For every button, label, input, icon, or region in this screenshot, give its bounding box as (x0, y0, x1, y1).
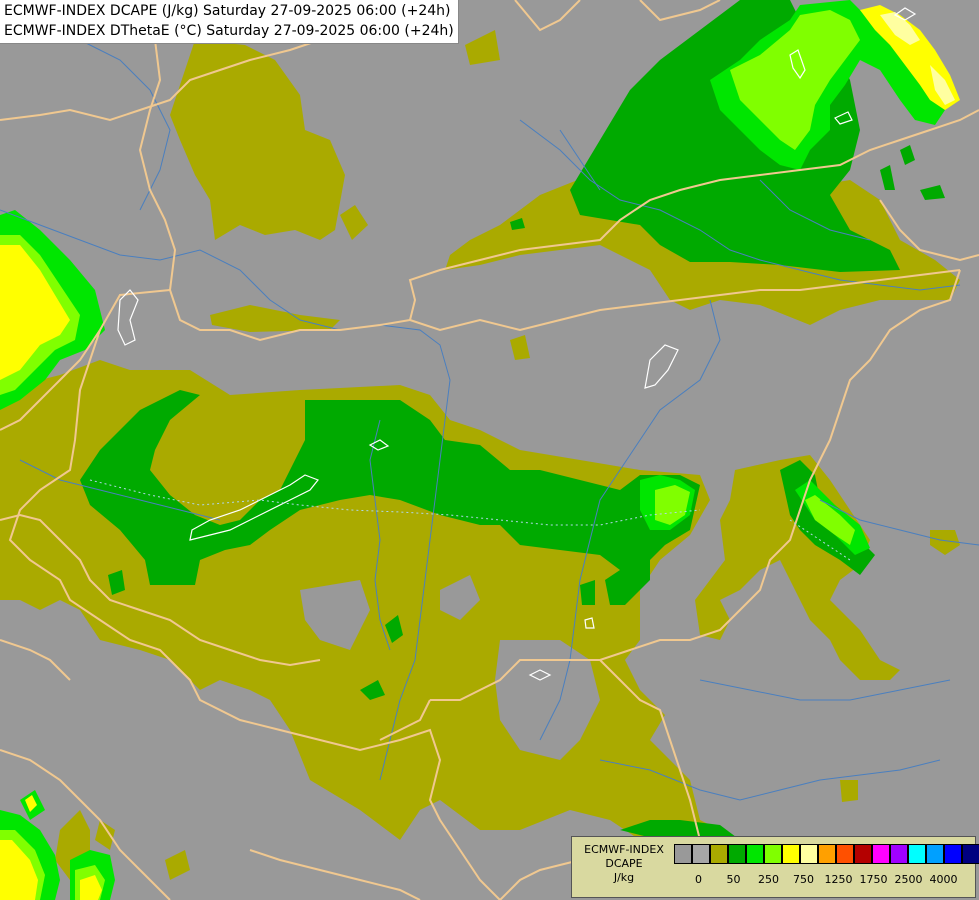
legend-parameter: DCAPE (605, 857, 643, 870)
legend-tick-label: 250 (758, 873, 779, 886)
legend-swatch (872, 844, 890, 864)
legend-swatch (800, 844, 818, 864)
legend-tick-label: 2500 (894, 873, 923, 886)
legend-swatch (818, 844, 836, 864)
legend-swatch (764, 844, 782, 864)
legend-label: ECMWF-INDEX DCAPE J/kg (576, 843, 672, 885)
legend-tick-label: 50 (726, 873, 741, 886)
legend-tick-label: 750 (793, 873, 814, 886)
legend-swatch (674, 844, 692, 864)
legend-swatch (926, 844, 944, 864)
legend-swatch (836, 844, 854, 864)
legend-swatch (890, 844, 908, 864)
weather-map (0, 0, 979, 900)
legend-tick-label: 4000 (929, 873, 958, 886)
legend-swatch (710, 844, 728, 864)
legend-model: ECMWF-INDEX (584, 843, 664, 856)
legend-swatches (674, 844, 979, 864)
title-line-dcape: ECMWF-INDEX DCAPE (J/kg) Saturday 27-09-… (4, 3, 451, 19)
color-legend: ECMWF-INDEX DCAPE J/kg 0 50 250 750 1250 1750… (571, 836, 979, 898)
legend-swatch (962, 844, 979, 864)
legend-swatch (944, 844, 962, 864)
title-line-dthetae: ECMWF-INDEX DThetaE (°C) Saturday 27-09-… (4, 23, 454, 39)
legend-tick-label: 0 (695, 873, 702, 886)
legend-swatch (854, 844, 872, 864)
legend-unit: J/kg (613, 871, 635, 884)
legend-swatch (728, 844, 746, 864)
legend-ticks: 0 50 250 750 1250 1750 2500 4000 (674, 873, 974, 889)
legend-swatch (746, 844, 764, 864)
legend-tick-label: 1250 (824, 873, 853, 886)
legend-swatch (692, 844, 710, 864)
legend-swatch (908, 844, 926, 864)
map-title-box: ECMWF-INDEX DCAPE (J/kg) Saturday 27-09-… (0, 0, 459, 44)
legend-tick-label: 1750 (859, 873, 888, 886)
legend-swatch (782, 844, 800, 864)
